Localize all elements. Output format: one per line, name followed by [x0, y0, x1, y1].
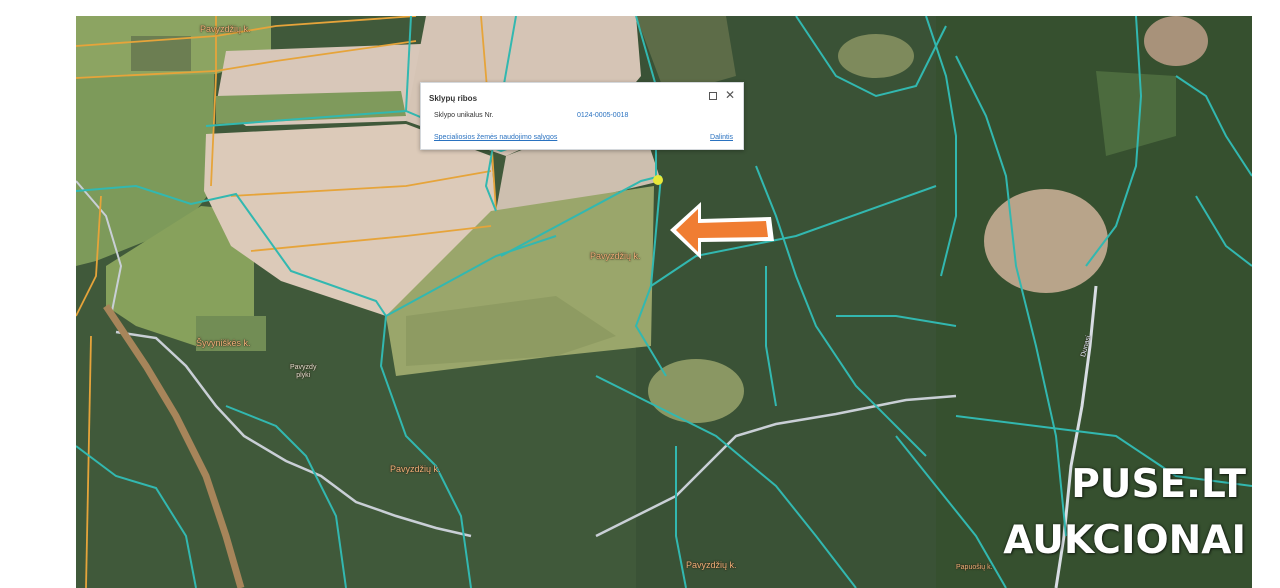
village-label: Pavyzdžių k. — [590, 251, 641, 261]
close-icon[interactable]: ✕ — [725, 88, 735, 102]
maximize-icon[interactable] — [709, 92, 717, 100]
watermark-line-2: AUKCIONAI — [1003, 518, 1246, 563]
special-conditions-link[interactable]: Specialiosios žemės naudojimo sąlygos — [434, 134, 557, 141]
village-label: Pavyzdžių k. — [200, 24, 251, 34]
village-label: Pavyzdžių k. — [390, 464, 441, 474]
parcel-info-popup: Sklypų ribos ✕ Sklypo unikalus Nr. 0124-… — [420, 82, 744, 150]
watermark-line-1: PUSE.LT — [1071, 462, 1246, 507]
locality-label: Pavyzdy plyki — [290, 364, 317, 379]
village-label: Papuošių k. — [956, 564, 993, 571]
parcel-id-label: Sklypo unikalus Nr. — [434, 112, 494, 119]
popup-title: Sklypų ribos — [429, 94, 478, 103]
village-label: Šyvyniškės k. — [196, 338, 251, 348]
share-link[interactable]: Dalintis — [710, 134, 733, 141]
parcel-id-value[interactable]: 0124-0005-0018 — [577, 112, 628, 119]
village-label: Pavyzdžių k. — [686, 560, 737, 570]
parcel-marker[interactable] — [653, 175, 663, 185]
